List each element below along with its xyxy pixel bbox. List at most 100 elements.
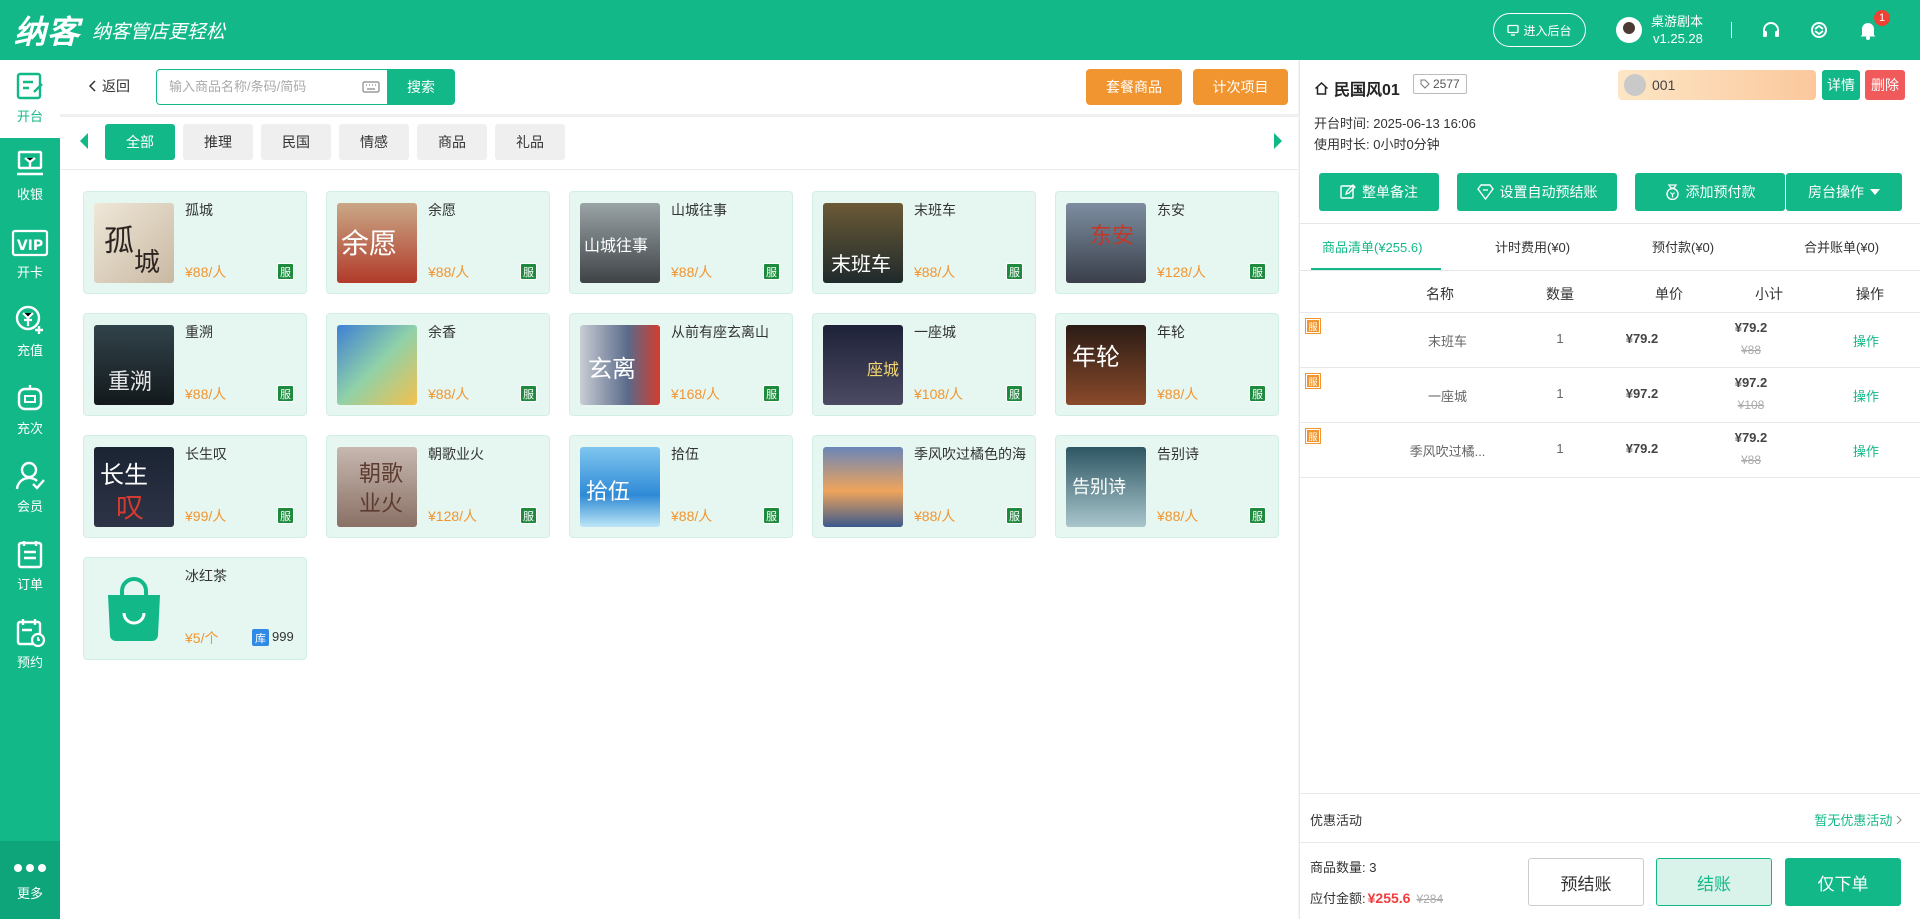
product-name: 季风吹过橘色的海 xyxy=(914,446,1026,462)
table-row[interactable]: 服 季风吹过橘... 1 ¥79.2 ¥79.2 ¥88 操作 xyxy=(1300,422,1920,477)
nav-more-button[interactable]: 更多 xyxy=(0,841,60,919)
item-operation-link[interactable]: 操作 xyxy=(1841,331,1891,350)
item-qty: 1 xyxy=(1556,441,1564,456)
pre-settle-button[interactable]: 预结账 xyxy=(1528,858,1644,906)
svg-text:业火: 业火 xyxy=(359,492,403,517)
nav-label: 充值 xyxy=(16,343,43,358)
product-card[interactable]: 末班车 末班车 ¥88/人 服 xyxy=(812,191,1036,294)
nav-item-order[interactable]: 订单 xyxy=(0,528,60,606)
product-card[interactable]: 玄离 从前有座玄离山 ¥168/人 服 xyxy=(569,313,793,416)
category-minguo[interactable]: 民国 xyxy=(261,124,331,160)
product-card[interactable]: 座城 一座城 ¥108/人 服 xyxy=(812,313,1036,416)
product-cover-image: 末班车 xyxy=(823,203,903,283)
room-ops-dropdown[interactable]: 房台操作 xyxy=(1786,173,1902,211)
product-price: ¥168/人 xyxy=(671,386,721,402)
member-icon xyxy=(15,461,45,490)
product-card[interactable]: 长生叹 长生叹 ¥99/人 服 xyxy=(83,435,307,538)
table-row[interactable]: 服 末班车 1 ¥79.2 ¥79.2 ¥88 操作 xyxy=(1300,312,1920,367)
recharge-icon xyxy=(15,305,43,334)
order-note-button[interactable]: 整单备注 xyxy=(1319,173,1439,211)
product-name: 从前有座玄离山 xyxy=(671,324,769,340)
promotion-link[interactable]: 暂无优惠活动 xyxy=(1814,810,1902,829)
nav-item-cashier[interactable]: 收银 xyxy=(0,138,60,216)
search-input[interactable] xyxy=(169,79,339,94)
member-detail-button[interactable]: 详情 xyxy=(1822,70,1860,100)
back-label: 返回 xyxy=(102,78,130,94)
add-prepay-button[interactable]: 添加预付款 xyxy=(1635,173,1785,211)
item-subtotal: ¥79.2 xyxy=(1734,320,1768,335)
svg-text:告别诗: 告别诗 xyxy=(1072,477,1126,498)
place-order-button[interactable]: 仅下单 xyxy=(1785,858,1901,906)
item-operation-link[interactable]: 操作 xyxy=(1841,386,1891,405)
avatar[interactable] xyxy=(1616,17,1642,43)
product-card[interactable]: 余香 ¥88/人 服 xyxy=(326,313,550,416)
keyboard-icon[interactable] xyxy=(362,80,380,94)
search-button[interactable]: 搜索 xyxy=(387,69,455,105)
open-time: 开台时间: 2025-06-13 16:06 xyxy=(1314,116,1476,131)
column-header-name: 名称 xyxy=(1426,286,1454,302)
refresh-icon[interactable] xyxy=(1808,19,1830,41)
service-badge: 服 xyxy=(277,385,294,402)
product-card[interactable]: 朝歌 业火 朝歌业火 ¥128/人 服 xyxy=(326,435,550,538)
app-version: v1.25.28 xyxy=(1653,31,1703,46)
package-products-button[interactable]: 套餐商品 xyxy=(1086,69,1182,105)
nav-item-vip-card[interactable]: VIP 开卡 xyxy=(0,216,60,294)
product-card[interactable]: 山城往事 山城往事 ¥88/人 服 xyxy=(569,191,793,294)
item-name: 一座城 xyxy=(1427,389,1467,404)
caret-left-icon[interactable] xyxy=(79,133,89,149)
settle-button[interactable]: 结账 xyxy=(1656,858,1772,906)
nav-item-booking[interactable]: 预约 xyxy=(0,606,60,684)
svg-text:长生: 长生 xyxy=(100,461,148,489)
nav-label: 会员 xyxy=(16,499,43,514)
service-badge: 服 xyxy=(520,507,537,524)
member-delete-button[interactable]: 删除 xyxy=(1865,70,1905,100)
nav-item-recharge[interactable]: 充值 xyxy=(0,294,60,372)
search-field[interactable] xyxy=(156,69,389,105)
auto-prebill-button[interactable]: 设置自动预结账 xyxy=(1457,173,1617,211)
back-button[interactable]: 返回 xyxy=(88,76,130,96)
column-header-subtotal: 小计 xyxy=(1755,286,1783,302)
category-goods[interactable]: 商品 xyxy=(417,124,487,160)
product-card[interactable]: 孤城 孤城 ¥88/人 服 xyxy=(83,191,307,294)
item-name: 末班车 xyxy=(1427,334,1467,349)
tab-timing-fee[interactable]: 计时费用(¥0) xyxy=(1495,237,1570,256)
nav-item-recharge-times[interactable]: 充次 xyxy=(0,372,60,450)
product-cover-image: 朝歌 业火 xyxy=(337,447,417,527)
service-badge: 服 xyxy=(763,385,780,402)
headset-icon[interactable] xyxy=(1760,19,1782,41)
more-dots-icon xyxy=(14,864,46,872)
member-card[interactable]: 001 xyxy=(1618,70,1816,100)
product-card[interactable]: 东安 东安 ¥128/人 服 xyxy=(1055,191,1279,294)
service-tag: 服 xyxy=(1305,373,1321,389)
product-name: 告别诗 xyxy=(1157,446,1199,462)
enter-backend-button[interactable]: 进入后台 xyxy=(1493,13,1586,47)
category-emotion[interactable]: 情感 xyxy=(339,124,409,160)
product-card[interactable]: 重溯 重溯 ¥88/人 服 xyxy=(83,313,307,416)
product-card[interactable]: 告别诗 告别诗 ¥88/人 服 xyxy=(1055,435,1279,538)
tab-merged-bill[interactable]: 合并账单(¥0) xyxy=(1804,237,1879,256)
enter-backend-label: 进入后台 xyxy=(1523,23,1572,38)
product-card[interactable]: 年轮 年轮 ¥88/人 服 xyxy=(1055,313,1279,416)
chevron-left-icon xyxy=(88,80,96,92)
nav-item-open-table[interactable]: 开台 xyxy=(0,60,60,138)
tab-product-list[interactable]: 商品清单(¥255.6) xyxy=(1322,237,1422,256)
tab-prepayment[interactable]: 预付款(¥0) xyxy=(1652,237,1714,256)
product-card[interactable]: 冰红茶 ¥5/个 库 999 xyxy=(83,557,307,660)
product-card[interactable]: 拾伍 拾伍 ¥88/人 服 xyxy=(569,435,793,538)
caret-down-icon xyxy=(1870,189,1880,195)
item-operation-link[interactable]: 操作 xyxy=(1841,441,1891,460)
category-gifts[interactable]: 礼品 xyxy=(495,124,565,160)
product-name: 末班车 xyxy=(914,202,956,218)
caret-right-icon[interactable] xyxy=(1273,133,1283,149)
category-reasoning[interactable]: 推理 xyxy=(183,124,253,160)
table-row[interactable]: 服 一座城 1 ¥97.2 ¥97.2 ¥108 操作 xyxy=(1300,367,1920,422)
product-cover-image: 座城 xyxy=(823,325,903,405)
category-all[interactable]: 全部 xyxy=(105,124,175,160)
room-name: 民国风01 xyxy=(1334,82,1400,99)
nav-item-member[interactable]: 会员 xyxy=(0,450,60,528)
product-card[interactable]: 季风吹过橘色的海 ¥88/人 服 xyxy=(812,435,1036,538)
product-card[interactable]: 余愿 余愿 ¥88/人 服 xyxy=(326,191,550,294)
times-items-button[interactable]: 计次项目 xyxy=(1193,69,1288,105)
item-subtotal: ¥79.2 xyxy=(1734,430,1768,445)
chevron-right-icon xyxy=(1896,815,1902,825)
